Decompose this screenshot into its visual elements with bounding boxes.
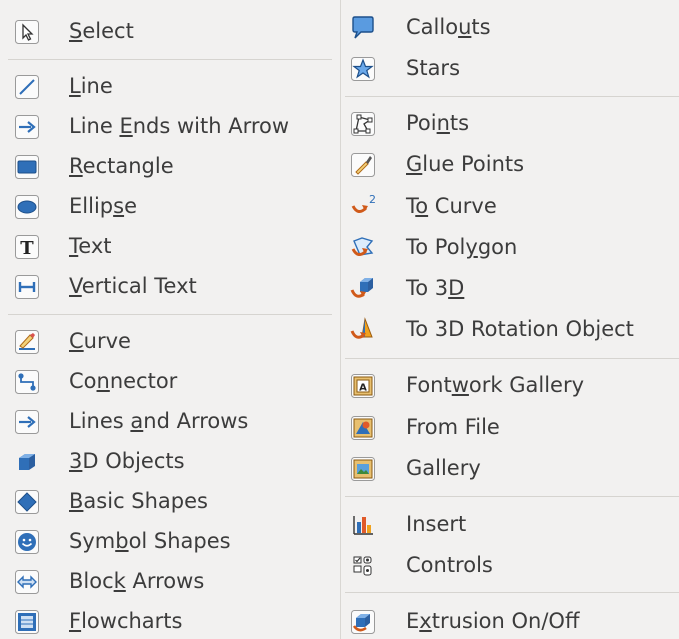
menu-separator <box>345 96 679 97</box>
menu-item-from-file[interactable]: From File <box>341 409 679 445</box>
insert-icon <box>350 512 376 538</box>
menu-item-curve[interactable]: Curve <box>0 323 340 359</box>
menu-item-label: Rectangle <box>69 154 174 178</box>
menu-item-select[interactable]: Select <box>0 13 340 49</box>
menu-item-label: Connector <box>69 369 178 393</box>
menu-item-gallery[interactable]: Gallery <box>341 450 679 486</box>
basic-shapes-icon <box>14 489 40 515</box>
callouts-icon <box>350 15 376 41</box>
menu-item-label: Ellipse <box>69 194 137 218</box>
menu-item-to-3d[interactable]: To 3D <box>341 270 679 306</box>
menu-item-label: Gallery <box>406 456 481 480</box>
menu-item-label: Controls <box>406 553 493 577</box>
connector-icon <box>14 369 40 395</box>
draw-menu-left-column: Select Line Line Ends with Arrow Rectangle E… <box>0 0 340 639</box>
menu-item-block-arrows[interactable]: Block Arrows <box>0 563 340 599</box>
menu-item-insert[interactable]: Insert <box>341 506 679 542</box>
menu-item-label: Block Arrows <box>69 569 205 593</box>
menu-item-stars[interactable]: Stars <box>341 50 679 86</box>
menu-item-label: Insert <box>406 512 467 536</box>
curve-icon <box>14 329 40 355</box>
menu-item-label: Fontwork Gallery <box>406 373 585 397</box>
menu-item-label: Stars <box>406 56 461 80</box>
menu-item-label: To Polygon <box>406 235 518 259</box>
menu-separator <box>8 59 332 60</box>
to-3d-icon <box>350 276 376 302</box>
menu-item-to-curve[interactable]: 2 To Curve <box>341 188 679 224</box>
menu-separator <box>345 358 679 359</box>
menu-item-label: Glue Points <box>406 152 525 176</box>
menu-item-points[interactable]: Points <box>341 105 679 141</box>
menu-item-label: Flowcharts <box>69 609 183 633</box>
draw-menu-right-column: Callouts Stars Points Glue Points 2 To Curve T… <box>340 0 679 639</box>
menu-item-label: Line <box>69 74 113 98</box>
glue-points-icon <box>350 152 376 178</box>
menu-item-label: Symbol Shapes <box>69 529 231 553</box>
menu-item-basic-shapes[interactable]: Basic Shapes <box>0 483 340 519</box>
menu-separator <box>8 314 332 315</box>
ellipse-icon <box>14 194 40 220</box>
menu-item-flowcharts[interactable]: Flowcharts <box>0 603 340 639</box>
menu-item-callouts[interactable]: Callouts <box>341 9 679 45</box>
from-file-icon <box>350 415 376 441</box>
to-3d-rotation-icon <box>350 317 376 343</box>
menu-item-label: Curve <box>69 329 131 353</box>
menu-item-line-ends-with-arrow[interactable]: Line Ends with Arrow <box>0 108 340 144</box>
menu-item-controls[interactable]: Controls <box>341 547 679 583</box>
extrusion-toggle-icon <box>350 609 376 635</box>
menu-item-label: Line Ends with Arrow <box>69 114 290 138</box>
to-curve-icon: 2 <box>350 194 376 220</box>
menu-item-symbol-shapes[interactable]: Symbol Shapes <box>0 523 340 559</box>
svg-text:A: A <box>359 383 367 394</box>
menu-item-glue-points[interactable]: Glue Points <box>341 146 679 182</box>
svg-text:2: 2 <box>369 194 376 206</box>
rectangle-icon <box>14 154 40 180</box>
lines-arrows-icon <box>14 409 40 435</box>
menu-separator <box>345 592 679 593</box>
3d-objects-icon <box>14 449 40 475</box>
menu-item-connector[interactable]: Connector <box>0 363 340 399</box>
menu-item-label: To 3D Rotation Object <box>406 317 634 341</box>
menu-item-label: From File <box>406 415 500 439</box>
menu-item-label: Callouts <box>406 15 491 39</box>
select-pointer-icon <box>14 19 40 45</box>
menu-item-label: Points <box>406 111 470 135</box>
menu-item-fontwork-gallery[interactable]: A Fontwork Gallery <box>341 367 679 403</box>
menu-separator <box>345 496 679 497</box>
menu-item-label: Vertical Text <box>69 274 197 298</box>
menu-item-label: Basic Shapes <box>69 489 208 513</box>
symbol-shapes-icon <box>14 529 40 555</box>
text-icon: T <box>14 234 40 260</box>
fontwork-gallery-icon: A <box>350 373 376 399</box>
menu-item-text[interactable]: T Text <box>0 228 340 264</box>
menu-item-label: Text <box>69 234 112 258</box>
menu-item-label: To Curve <box>406 194 497 218</box>
points-icon <box>350 111 376 137</box>
block-arrows-icon <box>14 569 40 595</box>
menu-item-label: Select <box>69 19 134 43</box>
flowcharts-icon <box>14 609 40 635</box>
menu-item-label: Extrusion On/Off <box>406 609 580 633</box>
menu-item-rectangle[interactable]: Rectangle <box>0 148 340 184</box>
menu-item-vertical-text[interactable]: Vertical Text <box>0 268 340 304</box>
to-polygon-icon <box>350 235 376 261</box>
menu-item-label: To 3D <box>406 276 465 300</box>
menu-item-line[interactable]: Line <box>0 68 340 104</box>
menu-item-3d-objects[interactable]: 3D Objects <box>0 443 340 479</box>
vertical-text-icon <box>14 274 40 300</box>
menu-item-ellipse[interactable]: Ellipse <box>0 188 340 224</box>
menu-item-lines-and-arrows[interactable]: Lines and Arrows <box>0 403 340 439</box>
gallery-icon <box>350 456 376 482</box>
svg-text:T: T <box>20 238 34 259</box>
menu-item-extrusion-on-off[interactable]: Extrusion On/Off <box>341 603 679 639</box>
menu-item-label: 3D Objects <box>69 449 185 473</box>
line-ends-arrow-icon <box>14 114 40 140</box>
menu-item-to-polygon[interactable]: To Polygon <box>341 229 679 265</box>
line-icon <box>14 74 40 100</box>
menu-item-label: Lines and Arrows <box>69 409 249 433</box>
stars-icon <box>350 56 376 82</box>
menu-item-to-3d-rotation-object[interactable]: To 3D Rotation Object <box>341 311 679 347</box>
controls-icon <box>350 553 376 579</box>
